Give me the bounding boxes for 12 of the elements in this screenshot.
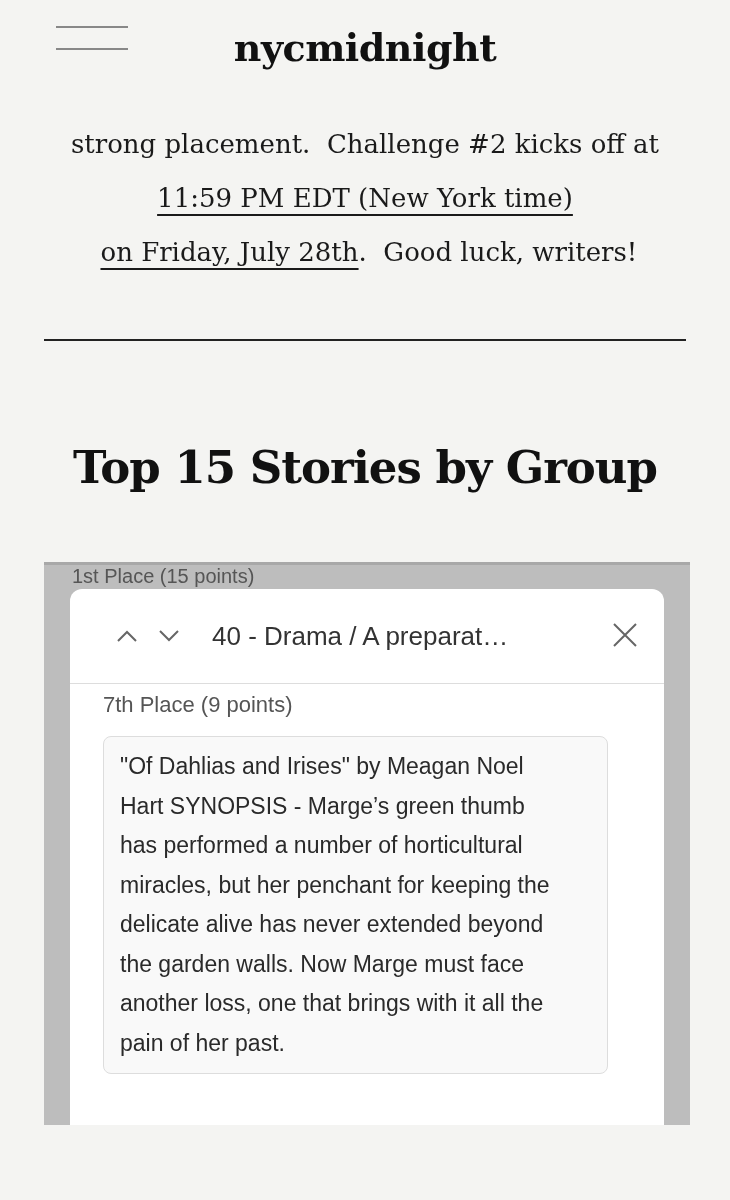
close-icon (612, 621, 638, 648)
announcement-paragraph: strong placement. Challenge #2 kicks off at 11:59 PM EDT (New York time) on Friday, July 28th. Good luck, writers! (60, 117, 670, 279)
date-link[interactable]: on Friday, July 28th (100, 225, 359, 279)
place-label: 7th Place (9 points) (103, 692, 294, 718)
background-label: 1st Place (15 points) (72, 565, 255, 588)
section-heading: Top 15 Stories by Group (71, 441, 659, 494)
synopsis-text: "Of Dahlias and Irises" by Meagan Noel Hart SYNOPSIS - Marge’s green thumb has performed a number of horticultural miracles, but her penchant for keeping the delicate alive has never extended beyond the garden walls. Now Marge must face another loss, one that brings with it all the pain of her past. (103, 736, 608, 1074)
site-title[interactable]: nycmidnight (233, 25, 497, 70)
dialog-title: 40 - Drama / A preparat… (212, 620, 510, 652)
date-link[interactable]: 11:59 PM EDT (New York time) (157, 171, 573, 225)
chevron-up-icon (117, 630, 137, 642)
chevron-down-icon (159, 630, 179, 642)
